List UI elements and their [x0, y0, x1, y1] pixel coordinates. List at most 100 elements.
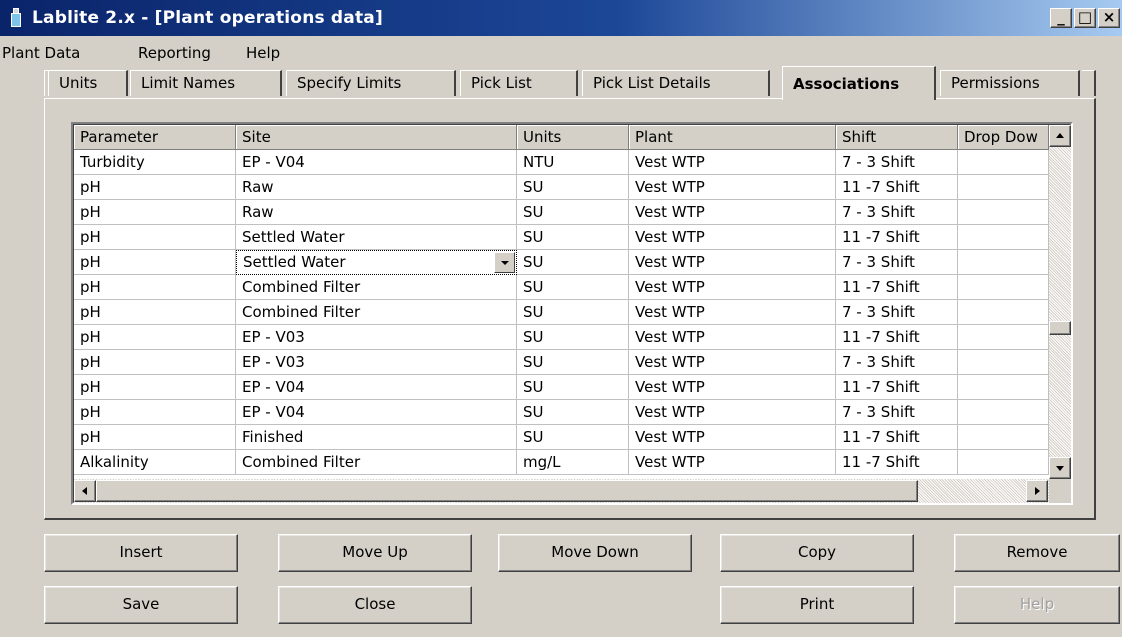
horizontal-scrollbar[interactable]	[74, 479, 1049, 503]
cell-parameter[interactable]: pH	[74, 275, 236, 300]
cell-drop-down[interactable]	[958, 225, 1049, 250]
cell-units[interactable]: NTU	[517, 150, 629, 175]
cell-shift[interactable]: 7 - 3 Shift	[836, 350, 958, 375]
cell-site[interactable]: Settled Water	[236, 225, 517, 250]
cell-drop-down[interactable]	[958, 175, 1049, 200]
table-row[interactable]: pH Settled Water SU Vest WTP 11 -7 Shift	[74, 225, 1049, 250]
cell-plant[interactable]: Vest WTP	[629, 400, 836, 425]
cell-drop-down[interactable]	[958, 325, 1049, 350]
cell-parameter[interactable]: pH	[74, 250, 236, 275]
cell-shift[interactable]: 7 - 3 Shift	[836, 400, 958, 425]
table-row[interactable]: pH EP - V03 SU Vest WTP 11 -7 Shift	[74, 325, 1049, 350]
table-row[interactable]: pH Settled Water SU Vest WTP 7 - 3 Shift	[74, 250, 1049, 275]
remove-button[interactable]: Remove	[954, 534, 1120, 572]
cell-plant[interactable]: Vest WTP	[629, 175, 836, 200]
cell-shift[interactable]: 11 -7 Shift	[836, 425, 958, 450]
cell-site[interactable]: Raw	[236, 175, 517, 200]
cell-shift[interactable]: 7 - 3 Shift	[836, 150, 958, 175]
cell-parameter[interactable]: pH	[74, 375, 236, 400]
table-row[interactable]: pH EP - V03 SU Vest WTP 7 - 3 Shift	[74, 350, 1049, 375]
cell-plant[interactable]: Vest WTP	[629, 350, 836, 375]
minimize-button[interactable]: _	[1050, 8, 1072, 28]
vertical-scrollbar[interactable]	[1049, 125, 1071, 479]
cell-shift[interactable]: 11 -7 Shift	[836, 275, 958, 300]
table-row[interactable]: Alkalinity Combined Filter mg/L Vest WTP 11 …	[74, 450, 1049, 475]
cell-units[interactable]: SU	[517, 275, 629, 300]
tab-limit-names[interactable]: Limit Names	[130, 70, 282, 96]
cell-site[interactable]: Combined Filter	[236, 300, 517, 325]
site-combo-editor[interactable]: Settled Water	[236, 250, 517, 275]
cell-shift[interactable]: 11 -7 Shift	[836, 225, 958, 250]
cell-units[interactable]: SU	[517, 425, 629, 450]
cell-site[interactable]: Finished	[236, 425, 517, 450]
chevron-down-icon[interactable]	[494, 252, 515, 273]
tab-units[interactable]: Units	[48, 70, 128, 96]
cell-site[interactable]: Raw	[236, 200, 517, 225]
horizontal-scroll-thumb[interactable]	[96, 480, 918, 502]
table-row[interactable]: pH Finished SU Vest WTP 11 -7 Shift	[74, 425, 1049, 450]
cell-parameter[interactable]: Turbidity	[74, 150, 236, 175]
col-header-drop-down[interactable]: Drop Dow	[958, 125, 1049, 150]
vertical-scroll-thumb[interactable]	[1049, 321, 1071, 335]
cell-shift[interactable]: 7 - 3 Shift	[836, 200, 958, 225]
col-header-site[interactable]: Site	[236, 125, 517, 150]
cell-drop-down[interactable]	[958, 200, 1049, 225]
tab-permissions[interactable]: Permissions	[940, 70, 1080, 96]
cell-units[interactable]: SU	[517, 350, 629, 375]
table-row[interactable]: pH EP - V04 SU Vest WTP 7 - 3 Shift	[74, 400, 1049, 425]
close-window-button[interactable]: ×	[1098, 8, 1120, 28]
cell-site[interactable]: EP - V04	[236, 375, 517, 400]
cell-units[interactable]: SU	[517, 200, 629, 225]
cell-units[interactable]: SU	[517, 300, 629, 325]
scroll-up-button[interactable]	[1049, 125, 1071, 147]
cell-site[interactable]: EP - V03	[236, 325, 517, 350]
cell-units[interactable]: SU	[517, 325, 629, 350]
cell-units[interactable]: SU	[517, 400, 629, 425]
title-bar[interactable]: Lablite 2.x - [Plant operations data] _ …	[0, 0, 1122, 36]
maximize-button[interactable]: □	[1074, 8, 1096, 28]
cell-plant[interactable]: Vest WTP	[629, 275, 836, 300]
cell-site[interactable]: Combined Filter	[236, 450, 517, 475]
cell-plant[interactable]: Vest WTP	[629, 425, 836, 450]
cell-units[interactable]: SU	[517, 250, 629, 275]
cell-units[interactable]: SU	[517, 175, 629, 200]
cell-parameter[interactable]: pH	[74, 300, 236, 325]
cell-plant[interactable]: Vest WTP	[629, 200, 836, 225]
scroll-down-button[interactable]	[1049, 457, 1071, 479]
table-row[interactable]: pH Raw SU Vest WTP 7 - 3 Shift	[74, 200, 1049, 225]
cell-shift[interactable]: 11 -7 Shift	[836, 450, 958, 475]
close-button[interactable]: Close	[278, 586, 472, 624]
move-up-button[interactable]: Move Up	[278, 534, 472, 572]
cell-shift[interactable]: 11 -7 Shift	[836, 175, 958, 200]
insert-button[interactable]: Insert	[44, 534, 238, 572]
cell-parameter[interactable]: pH	[74, 225, 236, 250]
tab-pick-list[interactable]: Pick List	[460, 70, 578, 96]
cell-plant[interactable]: Vest WTP	[629, 225, 836, 250]
scroll-right-button[interactable]	[1026, 480, 1048, 502]
tab-associations[interactable]: Associations	[782, 66, 936, 100]
col-header-shift[interactable]: Shift	[836, 125, 958, 150]
cell-plant[interactable]: Vest WTP	[629, 325, 836, 350]
menu-plant-data[interactable]: Plant Data	[2, 44, 80, 62]
cell-site[interactable]: EP - V04	[236, 150, 517, 175]
cell-drop-down[interactable]	[958, 400, 1049, 425]
cell-site[interactable]: Combined Filter	[236, 275, 517, 300]
associations-grid[interactable]: Parameter Site Units Plant Shift Drop Do…	[71, 122, 1073, 505]
scroll-left-button[interactable]	[74, 480, 96, 502]
cell-drop-down[interactable]	[958, 250, 1049, 275]
table-row[interactable]: pH Raw SU Vest WTP 11 -7 Shift	[74, 175, 1049, 200]
table-row[interactable]: Turbidity EP - V04 NTU Vest WTP 7 - 3 Shift	[74, 150, 1049, 175]
cell-parameter[interactable]: pH	[74, 350, 236, 375]
cell-plant[interactable]: Vest WTP	[629, 300, 836, 325]
cell-shift[interactable]: 11 -7 Shift	[836, 375, 958, 400]
cell-drop-down[interactable]	[958, 375, 1049, 400]
cell-drop-down[interactable]	[958, 150, 1049, 175]
cell-shift[interactable]: 7 - 3 Shift	[836, 300, 958, 325]
cell-parameter[interactable]: pH	[74, 425, 236, 450]
cell-shift[interactable]: 7 - 3 Shift	[836, 250, 958, 275]
col-header-plant[interactable]: Plant	[629, 125, 836, 150]
cell-shift[interactable]: 11 -7 Shift	[836, 325, 958, 350]
cell-plant[interactable]: Vest WTP	[629, 375, 836, 400]
tab-pick-list-details[interactable]: Pick List Details	[582, 70, 770, 96]
cell-parameter[interactable]: Alkalinity	[74, 450, 236, 475]
